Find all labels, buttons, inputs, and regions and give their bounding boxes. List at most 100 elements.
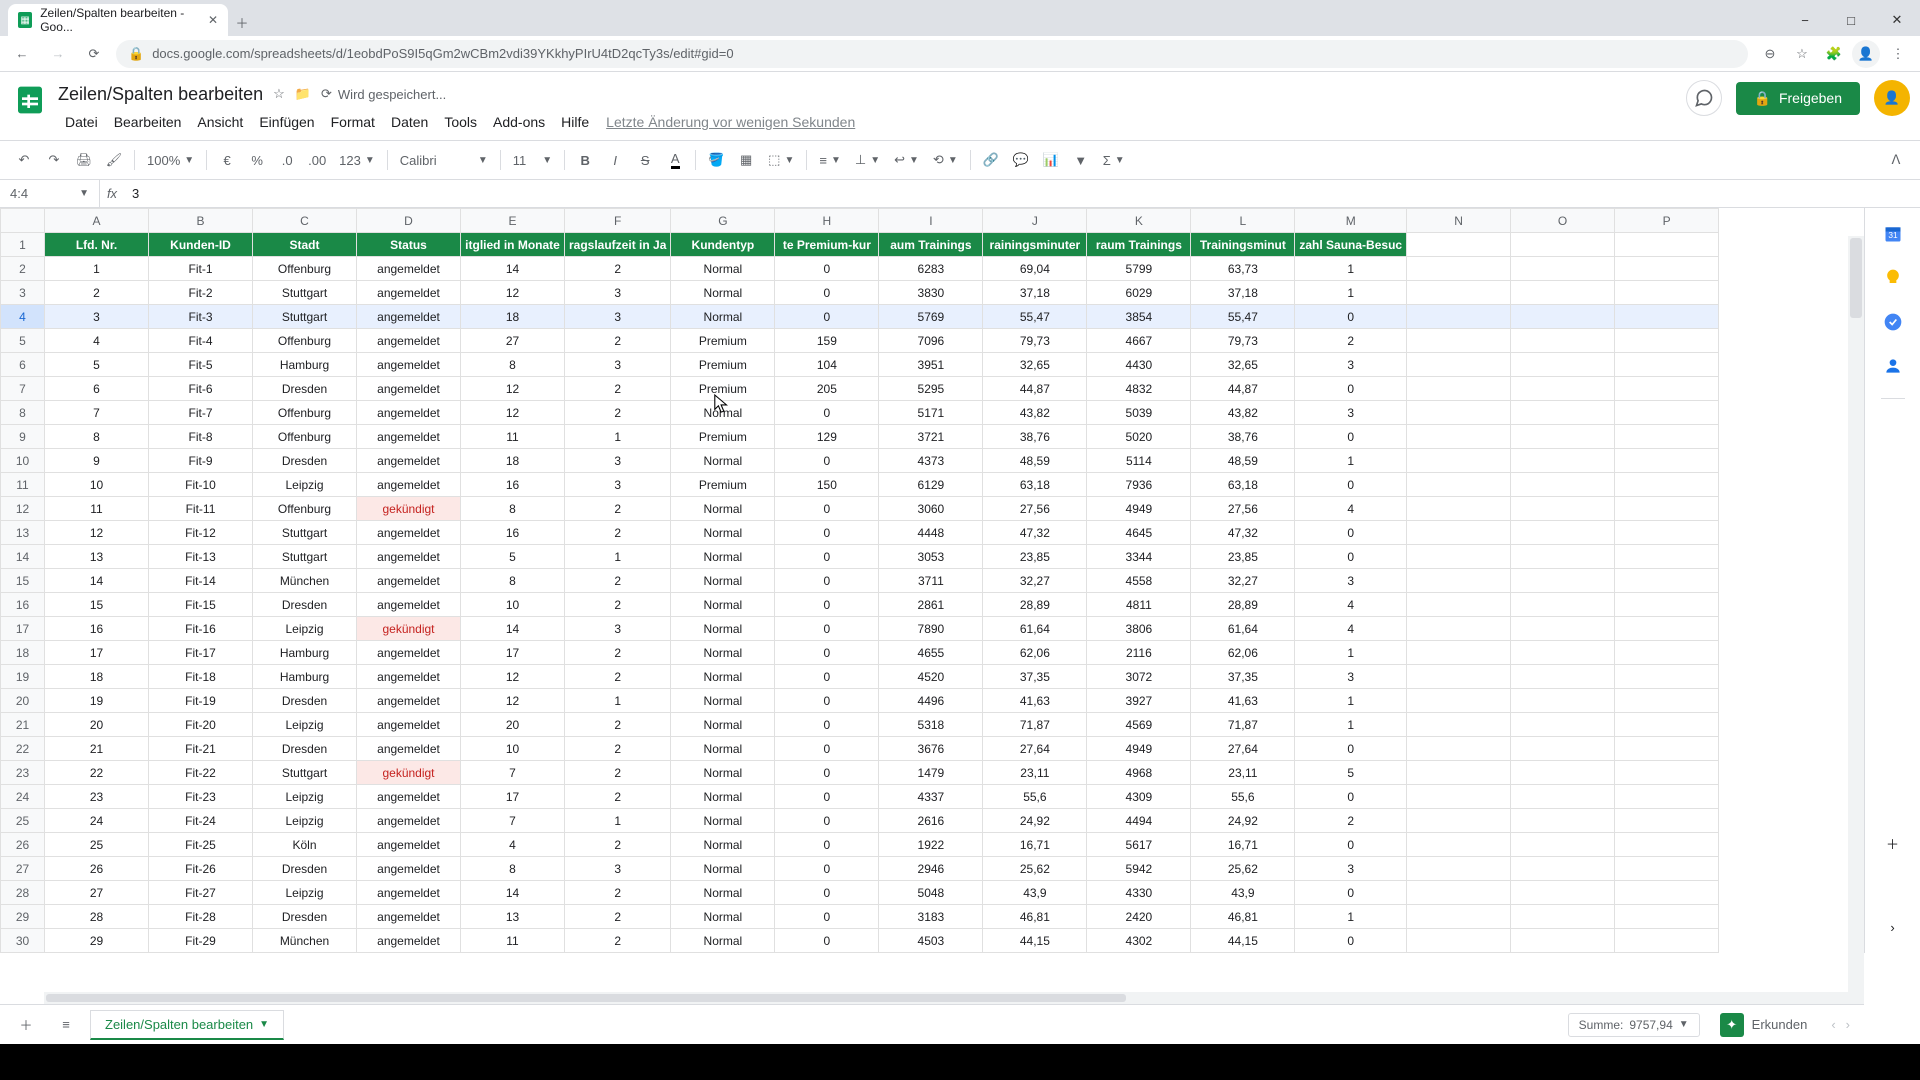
cell[interactable]: Köln	[253, 833, 357, 857]
header-cell[interactable]: itglied in Monate	[461, 233, 565, 257]
cell[interactable]: Fit-8	[149, 425, 253, 449]
cell[interactable]: Normal	[671, 401, 775, 425]
cell[interactable]: 159	[775, 329, 879, 353]
row-number[interactable]: 18	[1, 641, 45, 665]
cell[interactable]: 17	[461, 641, 565, 665]
zoom-select[interactable]: 100%▼	[141, 153, 200, 168]
browser-tab[interactable]: ▦ Zeilen/Spalten bearbeiten - Goo... ✕	[8, 4, 228, 36]
cell[interactable]	[1511, 497, 1615, 521]
column-header[interactable]: L	[1191, 209, 1295, 233]
percent-button[interactable]: %	[243, 146, 271, 174]
column-header[interactable]: M	[1295, 209, 1407, 233]
maximize-button[interactable]: □	[1828, 4, 1874, 36]
cell[interactable]: 4496	[879, 689, 983, 713]
cell[interactable]	[1615, 545, 1719, 569]
cell[interactable]: 46,81	[1191, 905, 1295, 929]
header-cell[interactable]	[1511, 233, 1615, 257]
cell[interactable]: Normal	[671, 281, 775, 305]
cell[interactable]	[1407, 257, 1511, 281]
cell[interactable]: Normal	[671, 257, 775, 281]
row-number[interactable]: 20	[1, 689, 45, 713]
cell[interactable]: 11	[45, 497, 149, 521]
cell[interactable]: 0	[775, 641, 879, 665]
paint-format-button[interactable]: 🖌	[100, 146, 128, 174]
cell[interactable]	[1407, 857, 1511, 881]
document-title[interactable]: Zeilen/Spalten bearbeiten	[58, 84, 263, 105]
cell[interactable]: Premium	[671, 353, 775, 377]
cell[interactable]: 27	[45, 881, 149, 905]
cell[interactable]: Fit-29	[149, 929, 253, 953]
cell[interactable]: Fit-17	[149, 641, 253, 665]
cell[interactable]: Stuttgart	[253, 545, 357, 569]
row-number[interactable]: 24	[1, 785, 45, 809]
menu-insert[interactable]: Einfügen	[252, 110, 321, 134]
cell[interactable]: 55,47	[1191, 305, 1295, 329]
cell[interactable]: 3183	[879, 905, 983, 929]
cell[interactable]: 17	[461, 785, 565, 809]
cell[interactable]: Normal	[671, 305, 775, 329]
cell[interactable]	[1511, 929, 1615, 953]
cell[interactable]	[1511, 473, 1615, 497]
cell[interactable]: 0	[775, 593, 879, 617]
cell[interactable]: 27	[461, 329, 565, 353]
cell[interactable]: 55,6	[1191, 785, 1295, 809]
cell[interactable]: angemeldet	[357, 665, 461, 689]
cell[interactable]: Fit-21	[149, 737, 253, 761]
cell[interactable]	[1511, 617, 1615, 641]
row-number[interactable]: 1	[1, 233, 45, 257]
cell[interactable]	[1511, 257, 1615, 281]
cell[interactable]: 3	[565, 305, 671, 329]
cell[interactable]: angemeldet	[357, 569, 461, 593]
cell[interactable]	[1511, 353, 1615, 377]
cell[interactable]: Fit-18	[149, 665, 253, 689]
row-number[interactable]: 6	[1, 353, 45, 377]
cell[interactable]: 0	[775, 809, 879, 833]
cell[interactable]: 22	[45, 761, 149, 785]
row-number[interactable]: 4	[1, 305, 45, 329]
cell[interactable]: 20	[45, 713, 149, 737]
cell[interactable]: 43,9	[983, 881, 1087, 905]
cell[interactable]: 12	[461, 665, 565, 689]
cell[interactable]: 55,6	[983, 785, 1087, 809]
cell[interactable]: 2	[565, 329, 671, 353]
cell[interactable]: Fit-23	[149, 785, 253, 809]
cell[interactable]	[1615, 353, 1719, 377]
cell[interactable]: angemeldet	[357, 521, 461, 545]
cell[interactable]: 62,06	[983, 641, 1087, 665]
cell[interactable]	[1407, 425, 1511, 449]
cell[interactable]: Dresden	[253, 857, 357, 881]
cell[interactable]: 7096	[879, 329, 983, 353]
strike-button[interactable]: S	[631, 146, 659, 174]
cell[interactable]: Stuttgart	[253, 305, 357, 329]
cell[interactable]: 2861	[879, 593, 983, 617]
cell[interactable]: Premium	[671, 329, 775, 353]
cell[interactable]: Premium	[671, 377, 775, 401]
cell[interactable]: 16,71	[983, 833, 1087, 857]
cell[interactable]: 8	[461, 353, 565, 377]
cell[interactable]: 0	[775, 713, 879, 737]
cell[interactable]	[1407, 545, 1511, 569]
row-number[interactable]: 11	[1, 473, 45, 497]
cell[interactable]: Fit-19	[149, 689, 253, 713]
cell[interactable]: Fit-20	[149, 713, 253, 737]
cell[interactable]: 2	[1295, 329, 1407, 353]
sheet-nav-right[interactable]: ›	[1842, 1013, 1854, 1036]
quick-sum-box[interactable]: Summe: 9757,94 ▼	[1568, 1013, 1700, 1037]
cell[interactable]	[1511, 761, 1615, 785]
header-cell[interactable]: raum Trainings	[1087, 233, 1191, 257]
name-box[interactable]: 4:4▼	[0, 180, 100, 207]
cell[interactable]: 5	[461, 545, 565, 569]
cell[interactable]: Offenburg	[253, 329, 357, 353]
column-header[interactable]: G	[671, 209, 775, 233]
cell[interactable]: 69,04	[983, 257, 1087, 281]
cell[interactable]: 129	[775, 425, 879, 449]
cell[interactable]: 4949	[1087, 497, 1191, 521]
cell[interactable]: Fit-7	[149, 401, 253, 425]
cell[interactable]: Normal	[671, 593, 775, 617]
cell[interactable]: Stuttgart	[253, 761, 357, 785]
cell[interactable]: 3	[565, 473, 671, 497]
cell[interactable]: 41,63	[983, 689, 1087, 713]
cell[interactable]: 2	[565, 737, 671, 761]
row-number[interactable]: 27	[1, 857, 45, 881]
header-cell[interactable]: Kundentyp	[671, 233, 775, 257]
